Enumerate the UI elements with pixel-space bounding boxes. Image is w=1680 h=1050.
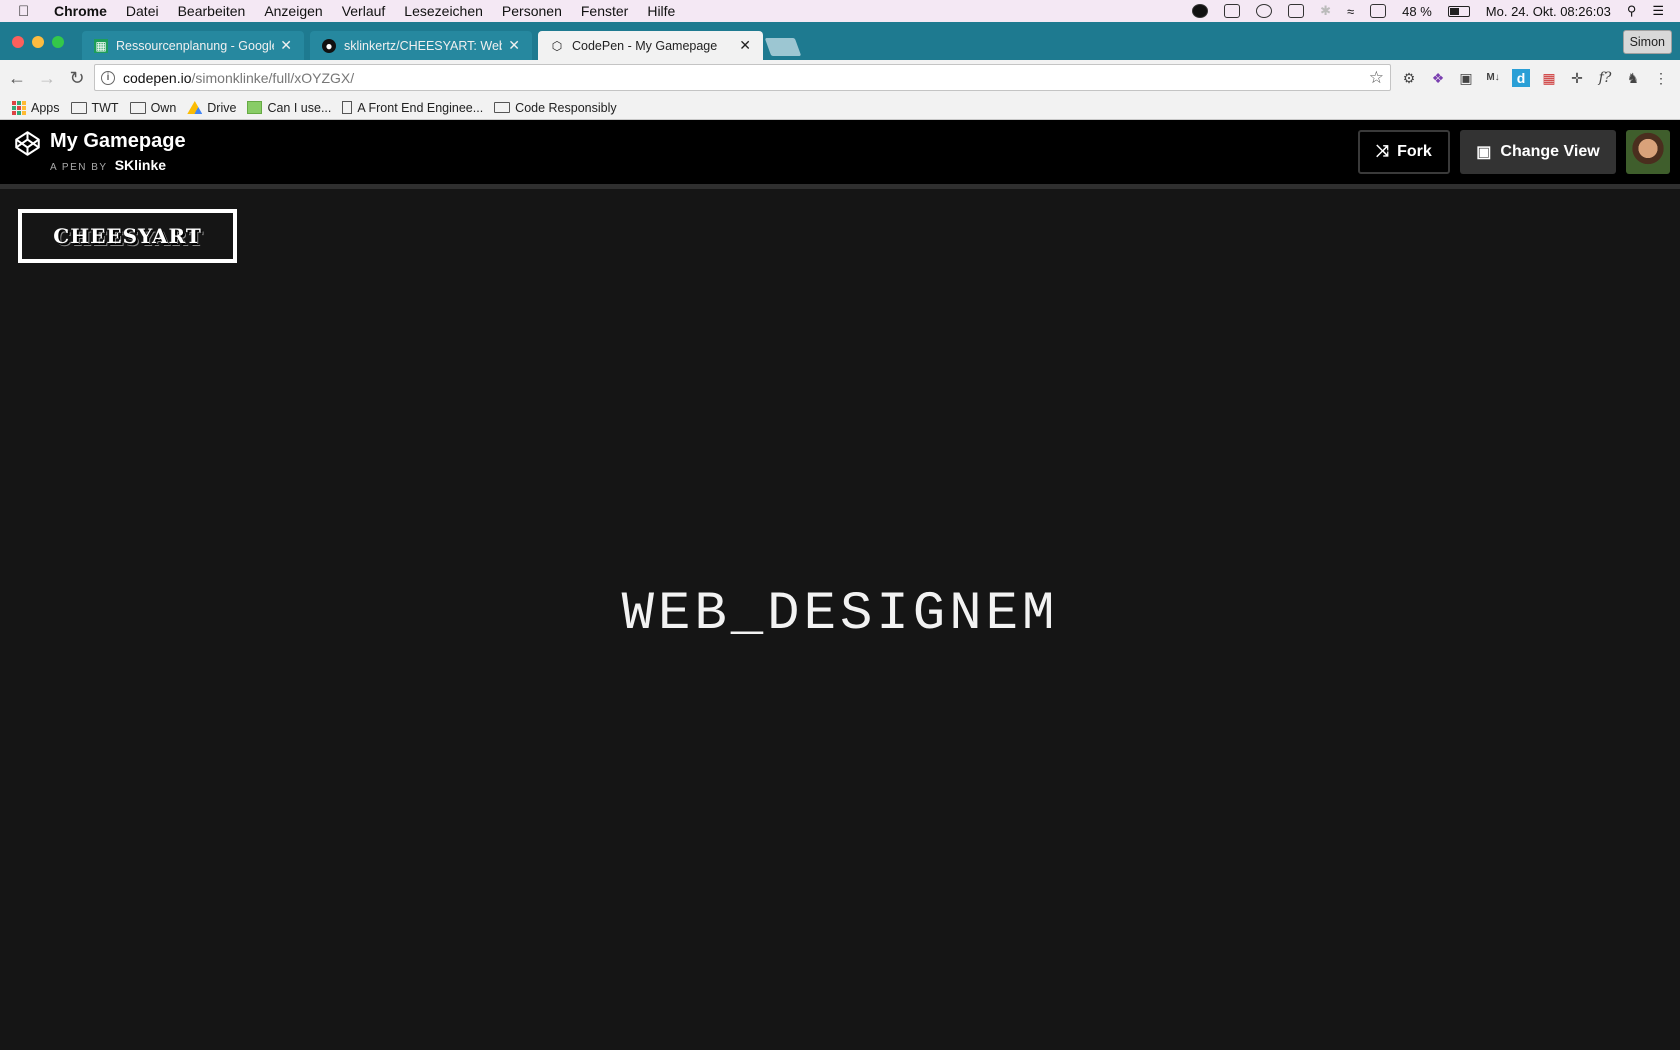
tab-title: CodePen - My Gamepage xyxy=(572,38,718,53)
battery-percent: 48 % xyxy=(1402,3,1432,19)
forward-icon[interactable]: → xyxy=(34,68,60,89)
folder-icon xyxy=(129,101,146,114)
change-view-label: Change View xyxy=(1500,143,1600,160)
bookmark-code-responsibly[interactable]: Code Responsibly xyxy=(494,100,617,115)
menu-lesezeichen[interactable]: Lesezeichen xyxy=(404,3,483,19)
code-icon xyxy=(494,102,511,113)
zoom-window-button[interactable] xyxy=(52,36,64,48)
github-icon: ● xyxy=(322,38,336,53)
profile-button[interactable]: Simon xyxy=(1622,30,1672,54)
tab-title: sklinkertz/CHEESYART: Websi xyxy=(344,38,503,53)
menu-anzeigen[interactable]: Anzeigen xyxy=(264,3,322,19)
menu-bearbeiten[interactable]: Bearbeiten xyxy=(178,3,246,19)
codepen-icon: ⬡ xyxy=(551,38,563,53)
pen-author-link[interactable]: SKlinke xyxy=(115,157,166,173)
bookmark-label: Own xyxy=(150,100,177,115)
address-bar[interactable]: i codepen.io/simonklinke/full/xOYZGX/ ☆ xyxy=(94,64,1391,91)
reload-icon[interactable]: ↻ xyxy=(64,68,90,89)
menu-fenster[interactable]: Fenster xyxy=(581,3,628,19)
bookmark-label: Can I use... xyxy=(267,100,332,115)
user-avatar[interactable] xyxy=(1626,130,1670,174)
folder-icon xyxy=(70,101,87,114)
sheets-icon: ▦ xyxy=(94,38,108,53)
macos-menu-bar:  Chrome Datei Bearbeiten Anzeigen Verla… xyxy=(0,0,1680,22)
bluetooth-icon[interactable]: ✱ xyxy=(1320,3,1331,19)
byline-prefix: A PEN BY xyxy=(50,162,108,173)
apps-grid-icon xyxy=(12,100,26,115)
measure-icon[interactable]: ✛ xyxy=(1568,69,1586,87)
bookmark-can-i-use[interactable]: Can I use... xyxy=(247,101,331,115)
menu-verlauf[interactable]: Verlauf xyxy=(342,3,386,19)
spotlight-icon[interactable]: ⚲ xyxy=(1627,3,1637,19)
url-host: codepen.io xyxy=(123,69,192,86)
menu-hilfe[interactable]: Hilfe xyxy=(647,3,675,19)
bookmark-own[interactable]: Own xyxy=(129,100,177,115)
headline: WEB_DESIGNEM xyxy=(621,584,1059,645)
fork-button[interactable]: ⤨ Fork xyxy=(1358,130,1450,174)
bookmarks-bar: Apps TWT Own Drive Can I use... A Front … xyxy=(0,96,1680,120)
bookmark-front-end-engineer[interactable]: A Front End Enginee... xyxy=(342,101,483,115)
extension-d-icon[interactable]: d xyxy=(1512,69,1530,87)
pen-output: CHEESYART WEB_DESIGNEM xyxy=(0,189,1680,1050)
codepen-logo-icon[interactable] xyxy=(14,130,41,157)
notification-center-icon[interactable]: ☰ xyxy=(1652,3,1664,19)
whatfont-icon[interactable]: f? xyxy=(1596,69,1614,87)
extension-window-icon[interactable]: ▣ xyxy=(1457,69,1475,87)
close-window-button[interactable] xyxy=(12,36,24,48)
tab-title: Ressourcenplanung - Google T xyxy=(116,38,275,53)
bookmark-label: Apps xyxy=(31,100,60,115)
url-path: /simonklinke/full/xOYZGX/ xyxy=(191,69,355,86)
extension-dropper-icon[interactable]: ❖ xyxy=(1429,69,1447,87)
extension-calendar-icon[interactable]: ▦ xyxy=(1540,69,1558,87)
fork-icon: ⤨ xyxy=(1376,143,1390,160)
tab-github-cheesyart[interactable]: ● sklinkertz/CHEESYART: Websi ✕ xyxy=(310,31,532,60)
fork-label: Fork xyxy=(1397,143,1432,160)
bookmark-twt[interactable]: TWT xyxy=(70,100,119,115)
wifi-icon[interactable]: ≈ xyxy=(1347,4,1354,19)
change-view-icon: ▣ xyxy=(1476,144,1492,161)
bookmark-label: Code Responsibly xyxy=(515,100,617,115)
airplay-icon[interactable] xyxy=(1288,4,1305,18)
battery-icon[interactable] xyxy=(1447,5,1470,17)
apple-icon[interactable]:  xyxy=(18,3,44,20)
chrome-menu-icon[interactable]: ⋮ xyxy=(1652,69,1670,87)
bookmark-drive[interactable]: Drive xyxy=(187,101,236,115)
markdown-icon[interactable]: M↓ xyxy=(1484,69,1502,87)
keyboard-icon[interactable] xyxy=(1370,4,1387,18)
close-icon[interactable]: ✕ xyxy=(739,37,751,54)
bookmark-apps[interactable]: Apps xyxy=(12,100,60,115)
menu-datei[interactable]: Datei xyxy=(126,3,159,19)
creative-cloud-icon[interactable] xyxy=(1256,4,1273,18)
info-icon[interactable]: i xyxy=(101,70,115,85)
status-area: ✱ ≈ 48 % Mo. 24. Okt. 08:26:03 ⚲ ☰ xyxy=(1192,0,1680,22)
tab-strip: ▦ Ressourcenplanung - Google T ✕ ● sklin… xyxy=(0,22,1680,60)
close-icon[interactable]: ✕ xyxy=(280,37,292,54)
bookmark-label: Drive xyxy=(207,100,237,115)
minimize-window-button[interactable] xyxy=(32,36,44,48)
page-icon xyxy=(342,101,353,114)
codepen-header: My Gamepage A PEN BY SKlinke ⤨ Fork ▣ Ch… xyxy=(0,120,1680,185)
cheesyart-logo[interactable]: CHEESYART xyxy=(18,209,237,263)
pen-byline: A PEN BY SKlinke xyxy=(50,157,166,173)
change-view-button[interactable]: ▣ Change View xyxy=(1460,130,1616,174)
browser-toolbar: ← → ↻ i codepen.io/simonklinke/full/xOYZ… xyxy=(0,60,1680,96)
settings-gear-icon[interactable]: ⚙ xyxy=(1400,69,1418,87)
menu-app-name[interactable]: Chrome xyxy=(54,3,107,19)
pen-title: My Gamepage xyxy=(50,130,186,152)
html5-icon[interactable] xyxy=(1224,4,1241,18)
bookmark-label: A Front End Enginee... xyxy=(357,100,484,115)
bookmark-star-icon[interactable]: ☆ xyxy=(1369,68,1384,88)
new-tab-button[interactable] xyxy=(764,38,802,56)
back-icon[interactable]: ← xyxy=(4,68,30,89)
skype-icon[interactable] xyxy=(1192,4,1209,18)
bookmark-label: TWT xyxy=(91,100,119,115)
menu-personen[interactable]: Personen xyxy=(502,3,562,19)
close-icon[interactable]: ✕ xyxy=(508,37,520,54)
drive-icon xyxy=(187,101,203,114)
clock[interactable]: Mo. 24. Okt. 08:26:03 xyxy=(1486,4,1611,19)
extension-horse-icon[interactable]: ♞ xyxy=(1624,69,1642,87)
tab-codepen[interactable]: ⬡ CodePen - My Gamepage ✕ xyxy=(538,31,763,60)
tab-ressourcenplanung[interactable]: ▦ Ressourcenplanung - Google T ✕ xyxy=(82,31,304,60)
image-icon xyxy=(247,101,263,114)
